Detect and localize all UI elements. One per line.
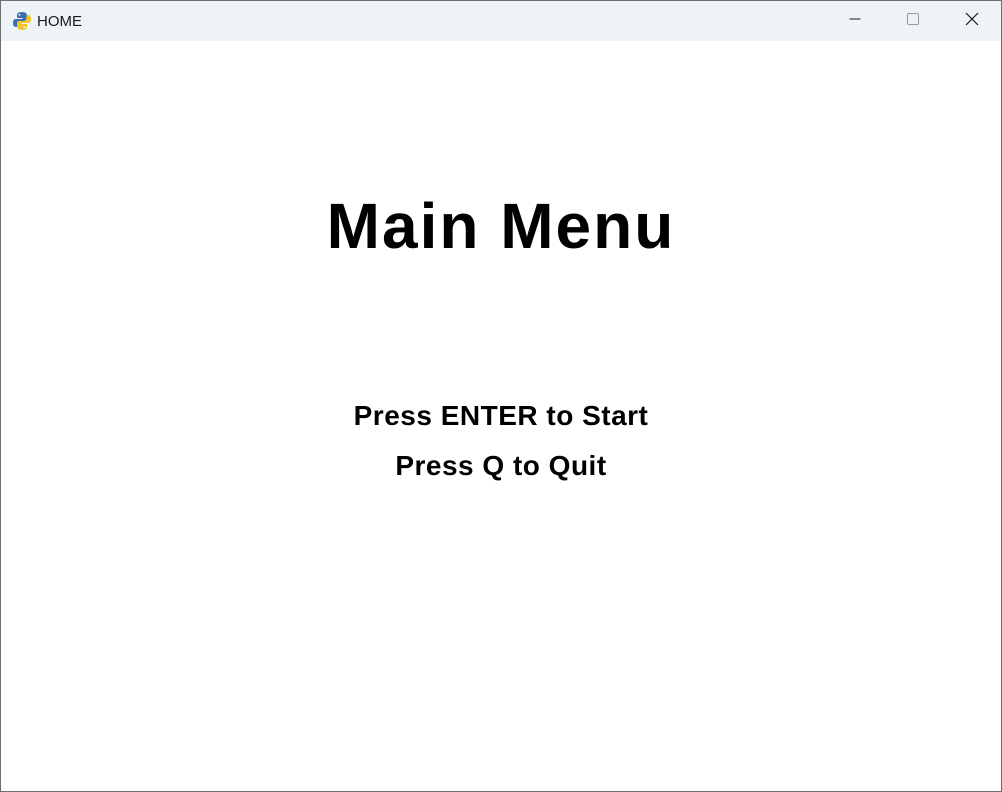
python-icon bbox=[12, 11, 32, 31]
start-option: Press ENTER to Start bbox=[353, 400, 649, 431]
app-window: HOME Main Menu Press ENTER to Start Pres… bbox=[0, 0, 1002, 792]
maximize-button[interactable] bbox=[884, 1, 942, 41]
main-menu-title: Main Menu bbox=[326, 190, 676, 262]
maximize-icon bbox=[907, 12, 919, 30]
window-title: HOME bbox=[37, 13, 82, 30]
game-canvas[interactable]: Main Menu Press ENTER to Start Press Q t… bbox=[1, 41, 1001, 791]
title-bar[interactable]: HOME bbox=[1, 1, 1001, 41]
close-button[interactable] bbox=[943, 1, 1001, 41]
minimize-button[interactable] bbox=[826, 1, 884, 41]
quit-option: Press Q to Quit bbox=[395, 450, 607, 481]
minimize-icon bbox=[849, 12, 861, 30]
close-icon bbox=[965, 12, 979, 31]
